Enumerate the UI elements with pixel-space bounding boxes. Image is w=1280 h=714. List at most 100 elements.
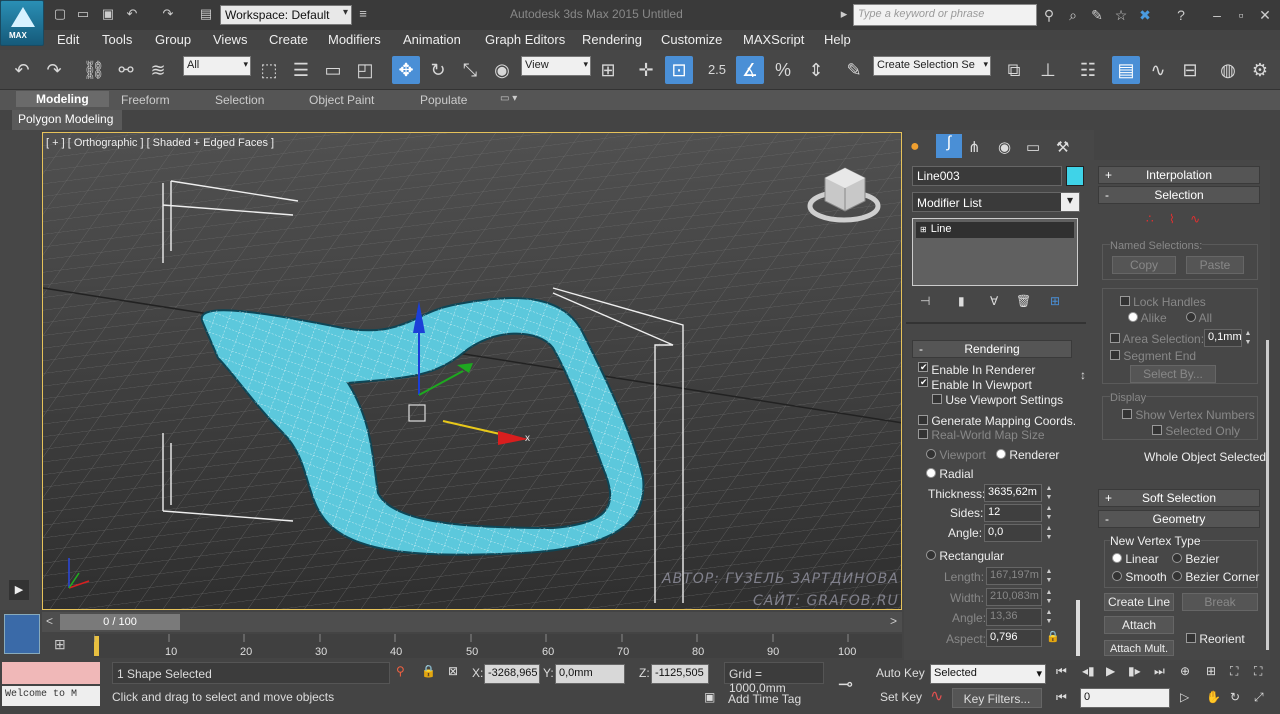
rectangular-radio[interactable]: Rectangular — [926, 549, 1004, 563]
time-tag-icon[interactable]: ▣ — [704, 690, 715, 704]
track-bar[interactable] — [93, 634, 902, 658]
resize-handle-icon[interactable]: ↕ — [1080, 368, 1086, 382]
close-icon[interactable]: ✕ — [1256, 6, 1274, 24]
all-radio[interactable]: All — [1186, 311, 1212, 325]
field-of-view-icon[interactable]: ▷ — [1180, 690, 1189, 704]
key-filters-button[interactable]: Key Filters... — [952, 688, 1042, 708]
open-file-icon[interactable]: ▭ — [75, 6, 91, 22]
reference-coordinate-dropdown[interactable]: View ▾ — [521, 56, 591, 76]
spinner-arrows-icon[interactable]: ▲ ▼ — [1044, 608, 1054, 626]
use-viewport-settings-checkbox[interactable]: Use Viewport Settings — [932, 393, 1063, 407]
layer-manager-icon[interactable]: ☷ — [1074, 56, 1102, 84]
angle-spinner[interactable]: 0,0 — [984, 524, 1042, 542]
break-button[interactable]: Break — [1182, 593, 1258, 611]
minimize-icon[interactable]: – — [1208, 6, 1226, 24]
undo-icon[interactable]: ↶ — [124, 6, 140, 22]
length-spinner[interactable]: 167,197m — [986, 567, 1042, 585]
create-line-button[interactable]: Create Line — [1104, 593, 1174, 611]
motion-tab-icon[interactable]: ◉ — [998, 138, 1011, 156]
area-selection-checkbox[interactable]: Area Selection: — [1110, 332, 1204, 346]
menu-customize[interactable]: Customize — [661, 32, 722, 47]
selection-filter-dropdown[interactable]: All ▾ — [183, 56, 251, 76]
modify-tab-icon[interactable]: ∫ — [936, 134, 962, 158]
lock-handles-checkbox[interactable]: Lock Handles — [1120, 295, 1206, 309]
object-color-swatch[interactable] — [1066, 166, 1084, 186]
show-vertex-numbers-checkbox[interactable]: Show Vertex Numbers — [1122, 408, 1255, 422]
panel-scrollbar[interactable] — [1076, 600, 1080, 656]
generate-mapping-checkbox[interactable]: Generate Mapping Coords. — [918, 414, 1076, 428]
spinner-snap-icon[interactable]: ⇕ — [802, 56, 830, 84]
isolate-selection-icon[interactable]: ⚲ — [396, 664, 405, 678]
real-world-map-checkbox[interactable]: Real-World Map Size — [918, 428, 1045, 442]
binoculars-icon[interactable]: ⚲ — [1040, 6, 1058, 24]
selected-only-checkbox[interactable]: Selected Only — [1152, 424, 1240, 438]
spinner-arrows-icon[interactable]: ▲ ▼ — [1044, 567, 1054, 585]
tab-selection[interactable]: Selection — [215, 93, 264, 107]
spinner-arrows-icon[interactable]: ▲ ▼ — [1243, 329, 1253, 347]
redo-icon[interactable]: ↷ — [160, 6, 176, 22]
key-search-icon[interactable]: ⌕ — [1064, 6, 1082, 24]
lock-selection-icon[interactable]: 🔒 — [421, 664, 436, 678]
next-frame-arrow-icon[interactable]: > — [890, 614, 897, 628]
rollout-interpolation-header[interactable]: + Interpolation — [1098, 166, 1260, 184]
paste-button[interactable]: Paste — [1186, 256, 1244, 274]
show-end-result-icon[interactable]: ▮ — [958, 294, 965, 308]
maxscript-mini-listener[interactable] — [2, 662, 100, 684]
configure-modifier-sets-icon[interactable]: ⊞ — [1050, 294, 1060, 308]
next-frame-icon[interactable]: ▮▸ — [1128, 664, 1141, 678]
attach-button[interactable]: Attach — [1104, 616, 1174, 634]
select-by-button[interactable]: Select By... — [1130, 365, 1216, 383]
rollout-selection-header[interactable]: - Selection — [1098, 186, 1260, 204]
make-unique-icon[interactable]: ∀ — [990, 294, 998, 308]
expand-icon[interactable]: ▸ — [836, 6, 852, 22]
menu-rendering[interactable]: Rendering — [582, 32, 642, 47]
favorites-star-icon[interactable]: ☆ — [1112, 6, 1130, 24]
rollout-rendering-header[interactable]: - Rendering — [912, 340, 1072, 358]
snaps-toggle-icon[interactable]: 2.5 — [703, 56, 731, 84]
alike-radio[interactable]: Alike — [1128, 311, 1167, 325]
tab-populate[interactable]: Populate — [420, 93, 467, 107]
curve-editor-icon[interactable]: ∿ — [1144, 56, 1172, 84]
pin-stack-icon[interactable]: ⊣ — [920, 294, 930, 308]
expand-arrow-icon[interactable]: ▶ — [9, 580, 29, 600]
menu-overflow-icon[interactable]: ≡ — [355, 6, 371, 22]
select-object-icon[interactable]: ⬚ — [255, 56, 283, 84]
zoom-all-icon[interactable]: ⊞ — [1206, 664, 1216, 678]
y-coordinate-field[interactable]: 0,0mm — [555, 664, 625, 684]
edit-named-selection-icon[interactable]: ✎ — [840, 56, 868, 84]
object-name-field[interactable]: Line003 — [912, 166, 1062, 186]
mirror-icon[interactable]: ⧉ — [1000, 56, 1028, 84]
viewport-label-menu[interactable]: [ + ] [ Orthographic ] [ Shaded + Edged … — [46, 137, 274, 149]
menu-tools[interactable]: Tools — [102, 32, 132, 47]
rect-angle-spinner[interactable]: 13,36 — [986, 608, 1042, 626]
unlink-icon[interactable]: ⚯ — [112, 56, 140, 84]
scene-explorer-icon[interactable]: ▤ — [1112, 56, 1140, 84]
zoom-extents-all-icon[interactable]: ⛶ — [1254, 664, 1262, 679]
enable-in-viewport-checkbox[interactable]: Enable In Viewport — [918, 377, 1032, 392]
width-spinner[interactable]: 210,083m — [986, 588, 1042, 606]
rollout-soft-selection-header[interactable]: + Soft Selection — [1098, 489, 1260, 507]
pan-view-icon[interactable]: ✋ — [1206, 690, 1221, 704]
set-key-button[interactable]: Set Key — [880, 690, 922, 704]
key-mode-dropdown[interactable]: Selected ▾ — [930, 664, 1046, 684]
new-file-icon[interactable]: ▢ — [52, 6, 68, 22]
menu-modifiers[interactable]: Modifiers — [328, 32, 381, 47]
spinner-arrows-icon[interactable]: ▲ ▼ — [1044, 504, 1054, 522]
maximize-viewport-icon[interactable]: ⤢ — [1254, 690, 1264, 705]
menu-create[interactable]: Create — [269, 32, 308, 47]
lock-aspect-icon[interactable]: 🔒 — [1046, 630, 1060, 643]
keyboard-shortcut-override-icon[interactable]: ⊡ — [665, 56, 693, 84]
select-and-link-icon[interactable]: ⛓ — [80, 56, 108, 84]
absolute-mode-icon[interactable]: ⊠ — [448, 664, 458, 678]
hierarchy-tab-icon[interactable]: ⋔ — [968, 138, 981, 156]
z-coordinate-field[interactable]: -1125,505 — [651, 664, 709, 684]
segment-end-checkbox[interactable]: Segment End — [1110, 349, 1196, 363]
viewport-orthographic[interactable]: x — [42, 132, 902, 610]
menu-graph-editors[interactable]: Graph Editors — [485, 32, 565, 47]
select-and-rotate-icon[interactable]: ↻ — [424, 56, 452, 84]
radial-radio[interactable]: Radial — [926, 467, 973, 481]
attach-mult-button[interactable]: Attach Mult. — [1104, 640, 1174, 656]
bind-space-warp-icon[interactable]: ≋ — [144, 56, 172, 84]
ribbon-options-icon[interactable]: ▭ ▾ — [500, 93, 517, 104]
material-editor-icon[interactable]: ◍ — [1214, 56, 1242, 84]
